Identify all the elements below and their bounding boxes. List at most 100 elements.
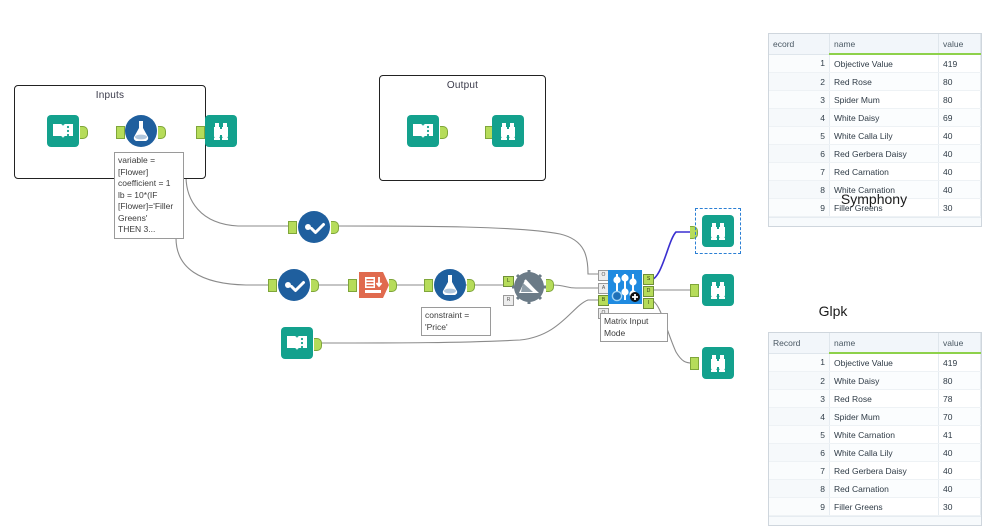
- cell-value: 40: [938, 443, 981, 462]
- anchor-in-browse-glpk[interactable]: [690, 284, 699, 297]
- cell-record: 7: [769, 461, 830, 480]
- table-row[interactable]: 5 White Calla Lily 40: [769, 126, 981, 145]
- anchor-out-formula-mid[interactable]: [467, 279, 475, 292]
- table-row[interactable]: 2 Red Rose 80: [769, 72, 981, 91]
- node-browse-glpk[interactable]: [701, 273, 735, 307]
- anchor-in-browse-extra[interactable]: [690, 357, 699, 370]
- table-row[interactable]: 4 Spider Mum 70: [769, 407, 981, 426]
- cell-record: 7: [769, 162, 830, 181]
- cell-value: 40: [938, 162, 981, 181]
- anchor-out-input-data-output[interactable]: [440, 126, 448, 139]
- glpk-caption: Glpk: [818, 303, 848, 319]
- table-row[interactable]: 7 Red Carnation 40: [769, 162, 981, 181]
- cell-name: Red Rose: [829, 389, 939, 408]
- cell-name: Spider Mum: [829, 407, 939, 426]
- cell-value: 69: [938, 108, 981, 127]
- anchor-out-macro-mid[interactable]: [546, 279, 554, 292]
- table-row[interactable]: 8 Red Carnation 40: [769, 479, 981, 498]
- anchor-in-select-mid[interactable]: [268, 279, 277, 292]
- column-header-name[interactable]: name: [829, 34, 939, 55]
- anchor-in-select-top[interactable]: [288, 221, 297, 234]
- table-row[interactable]: 3 Spider Mum 80: [769, 90, 981, 109]
- symphony-caption: Symphony: [840, 191, 908, 207]
- node-optimization[interactable]: [608, 270, 642, 304]
- cell-record: 9: [769, 497, 830, 516]
- cell-record: 3: [769, 90, 830, 109]
- cell-record: 5: [769, 425, 830, 444]
- anchor-out-input-data-bottom[interactable]: [314, 338, 322, 351]
- anchor-out-select-mid[interactable]: [311, 279, 319, 292]
- anchor-out-input-data-inputs[interactable]: [80, 126, 88, 139]
- book-icon: [47, 115, 79, 147]
- cell-value: 419: [938, 353, 981, 372]
- select-icon: [298, 211, 330, 243]
- annotation-variable-tooltip: variable = [Flower] coefficient = 1 lb =…: [114, 152, 184, 239]
- node-input-data-bottom[interactable]: [280, 326, 314, 360]
- anchor-in-browse-symphony[interactable]: [690, 226, 698, 239]
- container-output-title: Output: [446, 80, 479, 91]
- cell-name: Red Carnation: [829, 479, 939, 498]
- cell-record: 4: [769, 108, 830, 127]
- anchor-out-formula-inputs[interactable]: [158, 126, 166, 139]
- node-select-mid[interactable]: [277, 268, 311, 302]
- cell-record: 5: [769, 126, 830, 145]
- table-row[interactable]: 6 Red Gerbera Daisy 40: [769, 144, 981, 163]
- table-row[interactable]: 3 Red Rose 78: [769, 389, 981, 408]
- node-input-data-output[interactable]: [406, 114, 440, 148]
- cell-value: 40: [938, 479, 981, 498]
- anchor-in-sort-mid[interactable]: [348, 279, 357, 292]
- cell-name: White Calla Lily: [829, 126, 939, 145]
- cell-record: 1: [769, 353, 830, 372]
- column-header-name[interactable]: name: [829, 333, 939, 354]
- node-select-top[interactable]: [297, 210, 331, 244]
- cell-record: 3: [769, 389, 830, 408]
- glpk-rows: 1 Objective Value 419 2 White Daisy 80 3…: [769, 353, 981, 516]
- anchor-out-optimization-D[interactable]: D: [643, 286, 654, 297]
- binoculars-icon: [492, 115, 524, 147]
- cell-record: 1: [769, 54, 830, 73]
- table-row[interactable]: 1 Objective Value 419: [769, 353, 981, 372]
- container-inputs-title: Inputs: [95, 90, 125, 101]
- table-row[interactable]: 7 Red Gerbera Daisy 40: [769, 461, 981, 480]
- cell-name: White Daisy: [829, 371, 939, 390]
- binoculars-icon: [205, 115, 237, 147]
- table-footer-strip: [769, 516, 981, 525]
- node-browse-symphony[interactable]: [695, 208, 741, 254]
- anchor-out-select-top[interactable]: [331, 221, 339, 234]
- table-header-row: Record name value: [769, 333, 981, 354]
- anchor-in-formula-mid[interactable]: [424, 279, 433, 292]
- column-header-value[interactable]: value: [938, 34, 981, 55]
- node-input-data-inputs[interactable]: [46, 114, 80, 148]
- cell-value: 30: [938, 497, 981, 516]
- node-formula-inputs[interactable]: [124, 114, 158, 148]
- node-formula-mid[interactable]: [433, 268, 467, 302]
- anchor-out-sort-mid[interactable]: [389, 279, 397, 292]
- table-header-row: ecord name value: [769, 34, 981, 55]
- cell-name: Red Carnation: [829, 162, 939, 181]
- table-row[interactable]: 6 White Calla Lily 40: [769, 443, 981, 462]
- node-browse-inputs[interactable]: [204, 114, 238, 148]
- cell-value: 40: [938, 126, 981, 145]
- table-row[interactable]: 2 White Daisy 80: [769, 371, 981, 390]
- anchor-out-optimization-I[interactable]: I: [643, 298, 654, 309]
- binoculars-icon: [702, 215, 734, 247]
- cell-value: 40: [938, 144, 981, 163]
- column-header-value[interactable]: value: [938, 333, 981, 354]
- cell-name: White Carnation: [829, 425, 939, 444]
- cell-name: Objective Value: [829, 353, 939, 372]
- node-macro-mid[interactable]: [512, 270, 546, 304]
- node-browse-output[interactable]: [491, 114, 525, 148]
- glpk-results-table[interactable]: Record name value 1 Objective Value 41 9 …: [768, 332, 982, 526]
- node-sort-mid[interactable]: [357, 268, 391, 302]
- node-browse-extra[interactable]: [701, 346, 735, 380]
- select-icon: [278, 269, 310, 301]
- table-row[interactable]: 1 Objective Value 419: [769, 54, 981, 73]
- column-header-record[interactable]: ecord: [769, 34, 830, 55]
- table-row[interactable]: 5 White Carnation 41: [769, 425, 981, 444]
- cell-name: Red Rose: [829, 72, 939, 91]
- table-row[interactable]: 9 Filler Greens 30: [769, 497, 981, 516]
- table-row[interactable]: 4 White Daisy 69: [769, 108, 981, 127]
- column-header-record[interactable]: Record: [769, 333, 830, 354]
- workflow-canvas[interactable]: Inputs variable = [Flower] coefficient =…: [0, 0, 760, 523]
- anchor-out-optimization-S[interactable]: S: [643, 274, 654, 285]
